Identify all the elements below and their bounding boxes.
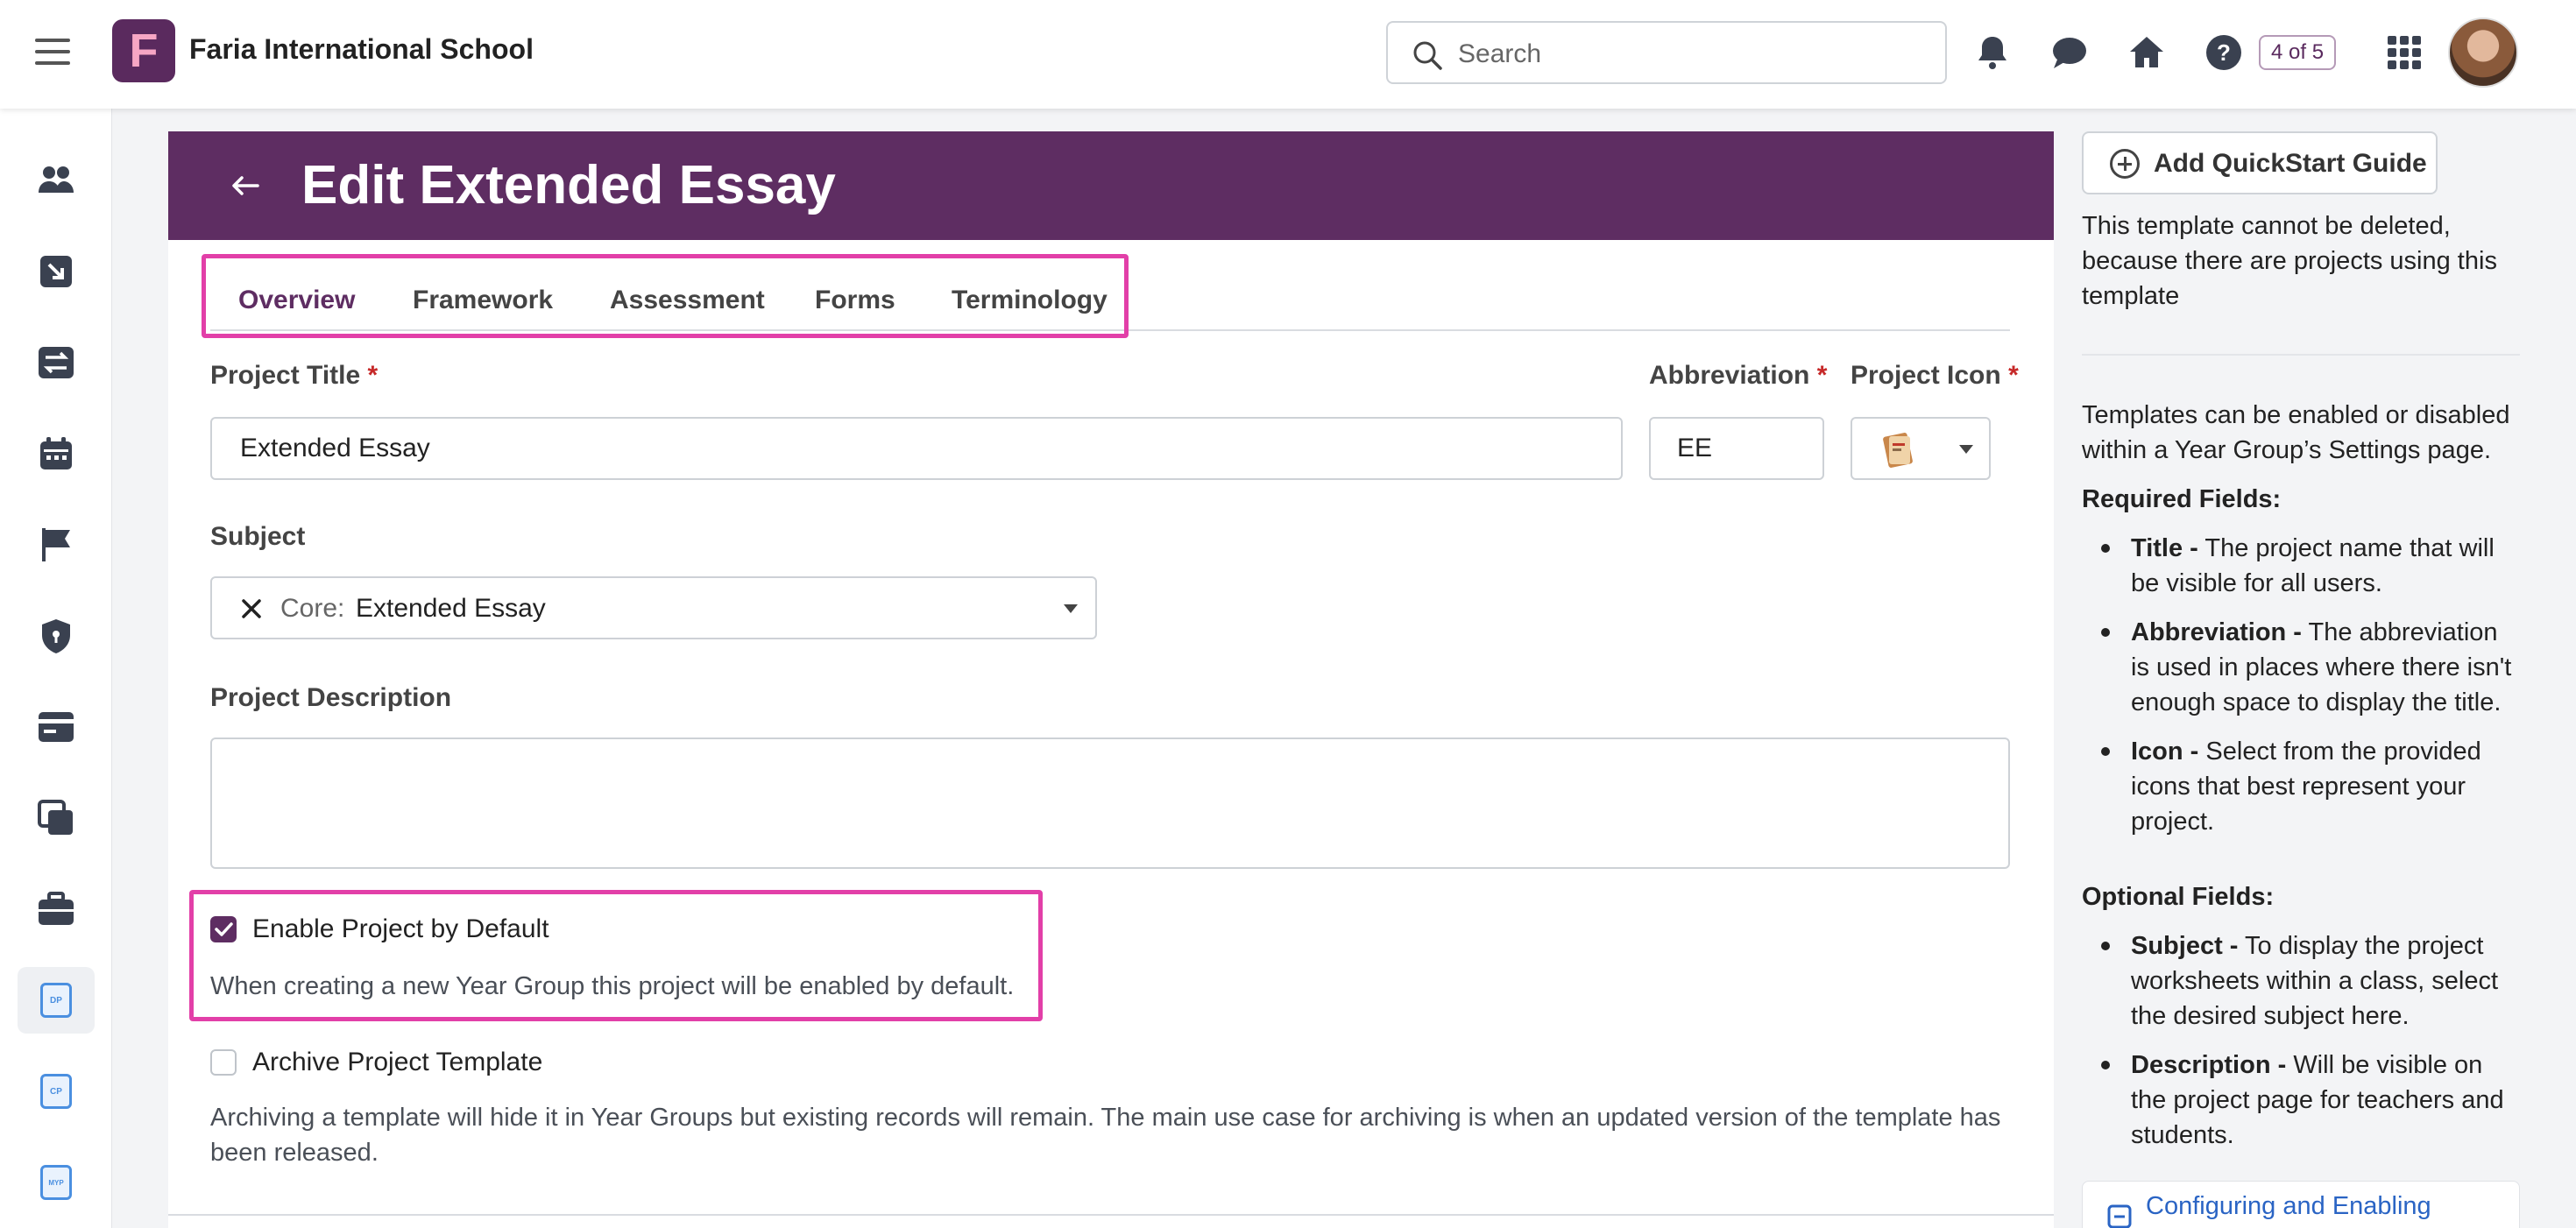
help-icon[interactable]: ? [2204,33,2243,72]
list-item-term: Description - [2131,1051,2287,1079]
top-bar: F Faria International School ? 4 of 5 [0,0,2576,109]
calendar-icon[interactable] [18,420,95,487]
list-item-term: Abbreviation - [2131,618,2302,646]
project-title-label-text: Project Title [210,361,361,390]
tabs-highlight-box [202,254,1129,338]
dp-icon[interactable]: DP [18,967,95,1034]
essay-book-icon [1883,433,1913,468]
transfer-icon[interactable] [18,329,95,396]
back-arrow-icon[interactable] [226,166,265,205]
list-item-term: Title - [2131,534,2198,562]
help-sidebar: Add QuickStart Guide This template canno… [2082,131,2537,1228]
search-input[interactable] [1458,35,1931,74]
subject-prefix: Core: [280,594,345,623]
user-avatar[interactable] [2448,18,2518,88]
required-fields-list: Title - The project name that will be vi… [2082,531,2520,853]
project-icon-picker[interactable] [1851,417,1991,480]
project-icon-label-text: Project Icon [1851,361,2001,390]
list-item: Abbreviation - The abbreviation is used … [2082,615,2520,720]
list-item: Icon - Select from the provided icons th… [2082,734,2520,839]
search-box[interactable] [1386,21,1947,84]
page-header: Edit Extended Essay [168,131,2054,240]
archive-label[interactable]: Archive Project Template [252,1048,542,1077]
apps-grid-icon[interactable] [2385,33,2424,72]
help-counter-badge[interactable]: 4 of 5 [2259,35,2337,70]
footer-divider [168,1214,2054,1216]
list-item: Title - The project name that will be vi… [2082,531,2520,601]
cp-label: CP [40,1074,72,1109]
people-icon[interactable] [18,147,95,214]
menu-icon[interactable] [35,39,70,67]
project-title-input[interactable]: Extended Essay [210,417,1623,480]
shield-icon[interactable] [18,603,95,669]
config-enable-link[interactable]: Configuring and Enabling [2146,1192,2431,1221]
school-logo[interactable]: F [112,19,175,82]
add-quickstart-button[interactable]: Add QuickStart Guide [2082,131,2438,194]
myp-icon[interactable]: MYP [18,1149,95,1216]
edit-panel: Edit Extended Essay Overview Framework A… [168,131,2054,1228]
dp-label: DP [40,983,72,1018]
list-item-term: Subject - [2131,932,2239,960]
enable-default-checkbox[interactable] [210,916,237,942]
add-quickstart-label: Add QuickStart Guide [2154,149,2427,178]
project-icon-label: Project Icon * [1851,361,2019,391]
subject-select[interactable]: Core: Extended Essay [210,576,1097,639]
home-icon[interactable] [2127,33,2166,72]
caret-down-icon [1064,604,1078,613]
left-nav-rail: DP CP MYP [0,109,112,1228]
add-circle-icon [2110,149,2140,179]
list-item: Subject - To display the project workshe… [2082,928,2520,1034]
config-help-card: Configuring and Enabling [2082,1181,2520,1228]
abbreviation-input[interactable]: EE [1649,417,1824,480]
required-mark: * [367,361,379,390]
clear-icon[interactable] [242,599,261,618]
myp-label: MYP [40,1165,72,1200]
page-title: Edit Extended Essay [301,155,836,215]
search-icon [1413,41,1442,70]
check-icon [215,922,233,936]
school-name: Faria International School [189,33,534,65]
cp-icon[interactable]: CP [18,1058,95,1125]
subject-value: Extended Essay [356,594,546,623]
archive-checkbox[interactable] [210,1049,237,1076]
optional-fields-list: Subject - To display the project workshe… [2082,928,2520,1167]
subject-label: Subject [210,522,306,551]
description-label: Project Description [210,683,452,712]
required-fields-heading: Required Fields: [2082,485,2282,513]
sidebar-divider [2082,354,2520,356]
project-title-label: Project Title * [210,361,378,391]
required-mark: * [1816,361,1828,390]
required-mark: * [2008,361,2019,390]
abbreviation-label-text: Abbreviation [1649,361,1810,390]
card-icon[interactable] [18,694,95,760]
flag-icon[interactable] [18,512,95,578]
enable-default-label[interactable]: Enable Project by Default [252,914,549,944]
cannot-delete-note: This template cannot be deleted, because… [2082,212,2497,310]
svg-text:?: ? [2217,39,2231,66]
archive-help: Archiving a template will hide it in Yea… [210,1104,2001,1167]
optional-fields-heading: Optional Fields: [2082,883,2275,911]
abbreviation-label: Abbreviation * [1649,361,1827,391]
briefcase-icon[interactable] [18,876,95,942]
copy-icon[interactable] [18,785,95,851]
description-textarea[interactable] [210,738,2010,869]
enable-info-text: Templates can be enabled or disabled wit… [2082,401,2510,464]
collapse-icon[interactable] [2107,1204,2132,1228]
bell-icon[interactable] [1973,33,2012,72]
enable-default-help: When creating a new Year Group this proj… [210,972,1015,1000]
caret-down-icon [1959,445,1973,454]
list-item-term: Icon - [2131,738,2199,766]
import-icon[interactable] [18,238,95,305]
list-item: Description - Will be visible on the pro… [2082,1048,2520,1153]
chat-icon[interactable] [2050,33,2089,72]
